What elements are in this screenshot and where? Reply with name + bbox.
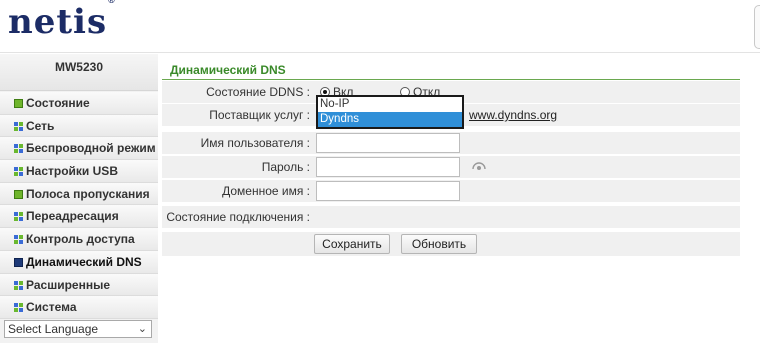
page-title: Динамический DNS [170,63,286,77]
provider-option-dyndns[interactable]: Dyndns [318,112,462,127]
sidebar-item-usb[interactable]: Настройки USB [0,160,158,183]
grid-icon [14,144,23,154]
connection-status-label: Состояние подключения : [166,210,310,224]
sidebar-item-label: Полоса пропускания [26,186,150,201]
grid-icon [14,235,23,245]
sidebar-item-system[interactable]: Система [0,296,158,319]
language-select[interactable]: Select Language ⌄ [4,320,152,338]
sidebar-item-network[interactable]: Сеть [0,114,158,138]
row-connection-status: Состояние подключения : [162,206,740,229]
sidebar-item-label: Сеть [26,118,55,133]
sidebar-item-label: Беспроводной режим [26,141,156,156]
ddns-panel: Динамический DNS Состояние DDNS : Вкл От… [162,59,740,257]
sidebar-item-access-control[interactable]: Контроль доступа [0,228,158,251]
sidebar-item-bandwidth[interactable]: Полоса пропускания [0,182,158,206]
row-username: Имя пользователя : [162,132,740,155]
domain-label: Доменное имя : [222,184,310,198]
chevron-down-icon: ⌄ [137,323,147,335]
ddns-status-label: Состояние DDNS : [206,85,310,99]
header: netis® [0,0,760,53]
provider-dropdown-list[interactable]: No-IP Dyndns [316,95,464,129]
logo-text: netis [8,2,108,42]
sidebar-item-label: Расширенные [26,277,110,292]
username-label: Имя пользователя : [200,136,310,150]
sidebar-menu: Состояние Сеть Беспроводной режим Настро… [0,92,158,319]
registered-mark: ® [108,0,116,5]
model-name: MW5230 [0,54,158,91]
grid-icon [14,303,23,313]
header-corner-widget[interactable] [754,5,760,49]
netis-logo[interactable]: netis® [8,0,116,42]
grid-icon [14,167,23,177]
row-domain: Доменное имя : [162,180,740,203]
refresh-button[interactable]: Обновить [401,234,477,254]
grid-icon [14,280,23,290]
password-label: Пароль : [261,160,310,174]
title-divider [162,79,740,80]
language-select-value: Select Language [8,322,99,336]
sidebar-item-label: Переадресация [26,209,119,224]
sidebar: MW5230 Состояние Сеть Беспроводной режим… [0,54,158,343]
sidebar-item-advanced[interactable]: Расширенные [0,273,158,297]
sidebar-item-forwarding[interactable]: Переадресация [0,205,158,229]
provider-link[interactable]: www.dyndns.org [469,108,557,122]
sidebar-item-wireless[interactable]: Беспроводной режим [0,137,158,161]
domain-input[interactable] [316,181,460,201]
sidebar-item-label: Настройки USB [26,164,118,179]
provider-option-noip[interactable]: No-IP [318,97,462,112]
green-square-icon [14,189,23,199]
sidebar-item-status[interactable]: Состояние [0,92,158,115]
show-password-icon[interactable] [472,161,486,171]
sidebar-item-label: Контроль доступа [26,232,135,247]
sidebar-item-label: Динамический DNS [26,254,142,269]
sidebar-item-label: Состояние [26,96,90,110]
password-input[interactable] [316,157,460,177]
grid-icon [14,121,23,131]
green-square-icon [14,99,23,108]
sidebar-item-label: Система [26,300,77,315]
sidebar-item-ddns[interactable]: Динамический DNS [0,250,158,274]
grid-icon [14,212,23,222]
username-input[interactable] [316,133,460,153]
dark-square-icon [14,257,23,267]
row-buttons: Сохранить Обновить [162,232,740,257]
save-button[interactable]: Сохранить [314,234,390,254]
row-password: Пароль : [162,156,740,179]
provider-label: Поставщик услуг : [209,108,310,122]
